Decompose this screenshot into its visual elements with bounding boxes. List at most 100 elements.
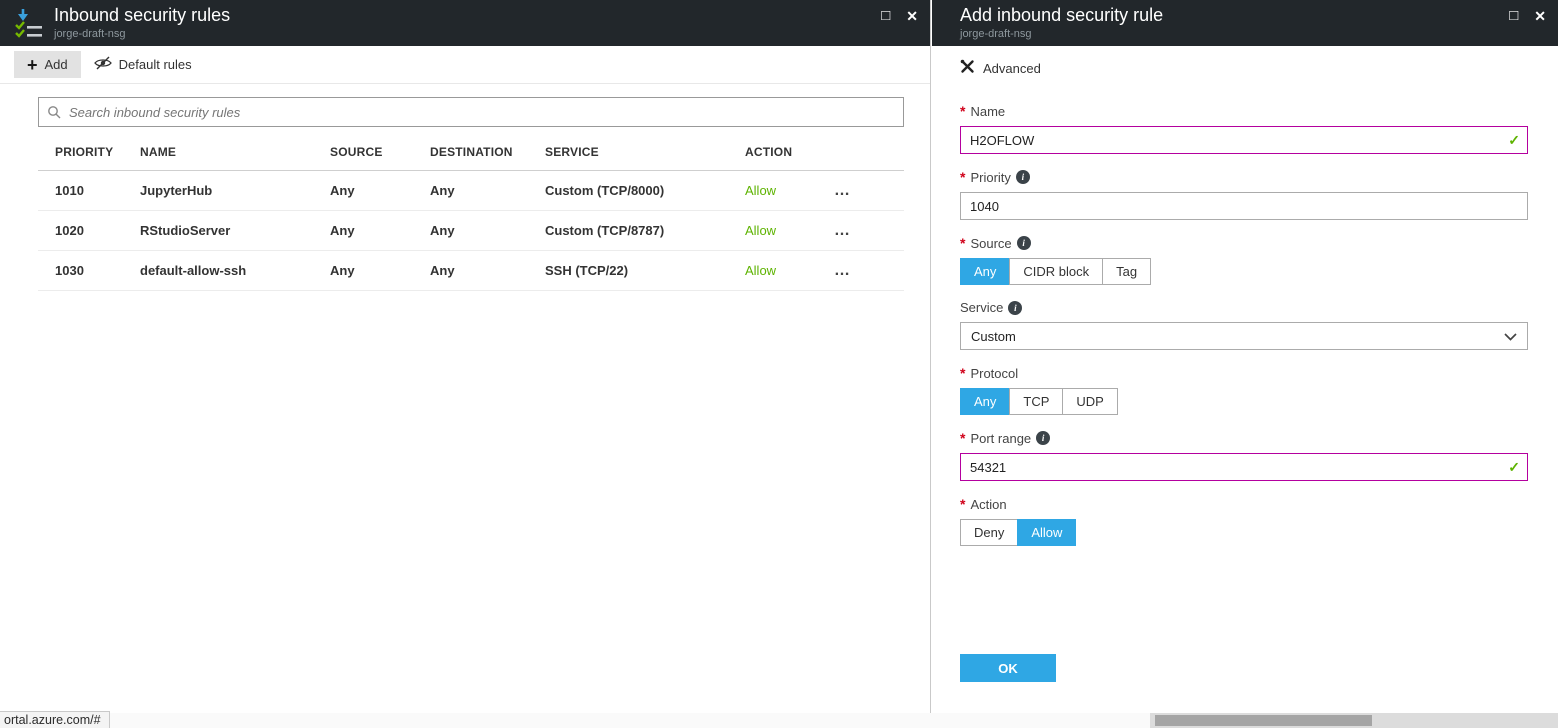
search-icon [47, 105, 61, 124]
info-icon: i [1036, 431, 1050, 445]
priority-field-group: * Priority i [960, 169, 1528, 220]
action-option-allow[interactable]: Allow [1017, 519, 1076, 546]
ok-button[interactable]: OK [960, 654, 1056, 682]
name-field[interactable] [960, 126, 1528, 154]
protocol-toggle-group: Any TCP UDP [960, 388, 1528, 415]
table-row[interactable]: 1030 default-allow-ssh Any Any SSH (TCP/… [38, 251, 904, 291]
action-label: Action [970, 497, 1006, 512]
cell-service: Custom (TCP/8000) [545, 183, 745, 198]
rules-table: PRIORITY NAME SOURCE DESTINATION SERVICE… [38, 133, 904, 291]
left-blade-header: Inbound security rules jorge-draft-nsg □… [0, 0, 930, 46]
row-context-menu-icon[interactable]: … [828, 222, 857, 240]
protocol-label: Protocol [970, 366, 1018, 381]
cell-destination: Any [430, 263, 545, 278]
table-header-row: PRIORITY NAME SOURCE DESTINATION SERVICE… [38, 133, 904, 171]
add-button[interactable]: + Add [14, 51, 81, 78]
eye-slash-icon [94, 56, 112, 73]
inbound-rules-icon [14, 8, 44, 38]
info-icon: i [1008, 301, 1022, 315]
chevron-down-icon [1504, 329, 1517, 344]
col-destination: DESTINATION [430, 145, 545, 159]
protocol-option-tcp[interactable]: TCP [1009, 388, 1063, 415]
protocol-option-udp[interactable]: UDP [1062, 388, 1117, 415]
default-rules-button[interactable]: Default rules [81, 50, 205, 79]
col-name: NAME [140, 145, 330, 159]
action-option-deny[interactable]: Deny [960, 519, 1018, 546]
table-row[interactable]: 1020 RStudioServer Any Any Custom (TCP/8… [38, 211, 904, 251]
name-field-group: * Name ✓ [960, 103, 1528, 154]
source-label: Source [970, 236, 1011, 251]
advanced-button[interactable]: Advanced [932, 46, 1558, 88]
search-input[interactable] [38, 97, 904, 127]
required-marker: * [960, 430, 965, 446]
maximize-icon[interactable]: □ [881, 8, 890, 24]
cell-destination: Any [430, 183, 545, 198]
cell-service: Custom (TCP/8787) [545, 223, 745, 238]
horizontal-scrollbar-thumb[interactable] [1155, 715, 1372, 726]
plus-icon: + [27, 58, 38, 72]
info-icon: i [1016, 170, 1030, 184]
page-title: Add inbound security rule [960, 6, 1163, 26]
port-range-field[interactable] [960, 453, 1528, 481]
bottom-strip [0, 713, 1558, 728]
source-option-cidr-block[interactable]: CIDR block [1009, 258, 1103, 285]
source-option-any[interactable]: Any [960, 258, 1010, 285]
col-priority: PRIORITY [55, 145, 140, 159]
source-field-group: * Source i Any CIDR block Tag [960, 235, 1528, 285]
advanced-label: Advanced [983, 61, 1041, 76]
priority-field[interactable] [960, 192, 1528, 220]
browser-status-url: ortal.azure.com/# [0, 711, 110, 728]
required-marker: * [960, 235, 965, 251]
col-service: SERVICE [545, 145, 745, 159]
page-title: Inbound security rules [54, 6, 230, 26]
port-range-label: Port range [970, 431, 1031, 446]
table-row[interactable]: 1010 JupyterHub Any Any Custom (TCP/8000… [38, 171, 904, 211]
cell-priority: 1030 [55, 263, 140, 278]
service-field-group: Service i Custom [960, 300, 1528, 350]
close-icon[interactable]: ✕ [906, 8, 918, 24]
cell-priority: 1010 [55, 183, 140, 198]
action-toggle-group: Deny Allow [960, 519, 1528, 546]
protocol-option-any[interactable]: Any [960, 388, 1010, 415]
port-range-field-group: * Port range i ✓ [960, 430, 1528, 481]
left-blade-toolbar: + Add Default rules [0, 46, 930, 84]
cell-action: Allow [745, 183, 828, 198]
required-marker: * [960, 169, 965, 185]
required-marker: * [960, 103, 965, 119]
col-action: ACTION [745, 145, 828, 159]
row-context-menu-icon[interactable]: … [828, 262, 857, 280]
required-marker: * [960, 496, 965, 512]
priority-label: Priority [970, 170, 1010, 185]
maximize-icon[interactable]: □ [1509, 8, 1518, 24]
cell-service: SSH (TCP/22) [545, 263, 745, 278]
valid-check-icon: ✓ [1508, 132, 1520, 149]
row-context-menu-icon[interactable]: … [828, 182, 857, 200]
required-marker: * [960, 365, 965, 381]
cell-action: Allow [745, 223, 828, 238]
close-icon[interactable]: ✕ [1534, 8, 1546, 24]
horizontal-scrollbar-track[interactable] [1150, 713, 1558, 728]
page-subtitle: jorge-draft-nsg [960, 28, 1163, 40]
name-label: Name [970, 104, 1005, 119]
info-icon: i [1017, 236, 1031, 250]
cell-source: Any [330, 223, 430, 238]
cell-name: JupyterHub [140, 183, 330, 198]
service-label: Service [960, 300, 1003, 315]
service-select[interactable]: Custom [960, 322, 1528, 350]
add-button-label: Add [45, 57, 68, 72]
cell-destination: Any [430, 223, 545, 238]
add-inbound-rule-blade: Add inbound security rule jorge-draft-ns… [932, 0, 1558, 713]
service-selected-value: Custom [971, 329, 1016, 344]
cell-name: RStudioServer [140, 223, 330, 238]
right-blade-header: Add inbound security rule jorge-draft-ns… [932, 0, 1558, 46]
inbound-security-rules-blade: Inbound security rules jorge-draft-nsg □… [0, 0, 931, 713]
tools-icon [960, 59, 975, 77]
cell-name: default-allow-ssh [140, 263, 330, 278]
source-option-tag[interactable]: Tag [1102, 258, 1151, 285]
page-subtitle: jorge-draft-nsg [54, 28, 230, 40]
col-source: SOURCE [330, 145, 430, 159]
cell-priority: 1020 [55, 223, 140, 238]
protocol-field-group: * Protocol Any TCP UDP [960, 365, 1528, 415]
valid-check-icon: ✓ [1508, 459, 1520, 476]
action-field-group: * Action Deny Allow [960, 496, 1528, 546]
